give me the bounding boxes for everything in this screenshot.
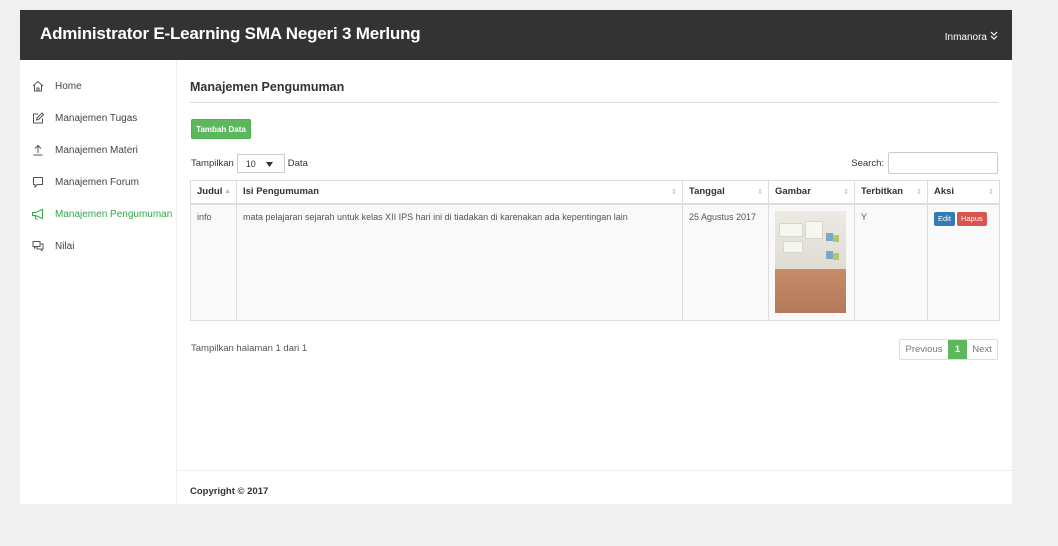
column-header-judul[interactable]: Judul ▲ xyxy=(190,180,237,205)
sidebar-item-manajemen-pengumuman[interactable]: Manajemen Pengumuman xyxy=(20,198,176,230)
page-length-select[interactable]: 10 xyxy=(236,154,285,173)
footer-divider xyxy=(177,470,1013,471)
sidebar: Home Manajemen Tugas Manajemen Materi Ma… xyxy=(20,60,176,504)
user-name: Inmanora xyxy=(944,31,987,43)
delete-button[interactable]: Hapus xyxy=(956,211,987,226)
sidebar-item-nilai[interactable]: Nilai xyxy=(20,230,176,262)
sidebar-item-label: Nilai xyxy=(55,240,75,252)
sidebar-item-manajemen-forum[interactable]: Manajemen Forum xyxy=(20,166,176,198)
comments-icon xyxy=(30,239,46,253)
search-control: Search: xyxy=(851,152,998,174)
cell-isi: mata pelajaran sejarah untuk kelas XII I… xyxy=(236,203,683,321)
top-navbar: Administrator E-Learning SMA Negeri 3 Me… xyxy=(20,10,1012,60)
edit-icon xyxy=(30,111,46,125)
home-icon xyxy=(30,79,46,93)
app-window: Administrator E-Learning SMA Negeri 3 Me… xyxy=(20,10,1013,504)
announcements-table: Judul ▲ Isi Pengumuman ⇕ Tanggal ⇕ Gambar ⇕ … xyxy=(190,180,1000,321)
edit-button[interactable]: Edit xyxy=(934,211,955,226)
sort-icon: ⇕ xyxy=(843,189,849,196)
cell-gambar xyxy=(768,203,855,321)
cell-tanggal: 25 Agustus 2017 xyxy=(682,203,769,321)
cell-terbitkan: Y xyxy=(854,203,928,321)
caret-down-icon xyxy=(265,159,273,169)
page-length-value: 10 xyxy=(245,158,256,169)
search-label: Search: xyxy=(851,157,884,169)
sidebar-item-manajemen-materi[interactable]: Manajemen Materi xyxy=(20,134,176,166)
sidebar-item-home[interactable]: Home xyxy=(20,70,176,102)
sort-icon: ⇕ xyxy=(757,189,763,196)
length-label-pre: Tampilkan xyxy=(191,158,234,169)
sort-icon: ⇕ xyxy=(988,189,994,196)
app-title[interactable]: Administrator E-Learning SMA Negeri 3 Me… xyxy=(40,24,421,44)
length-label-post: Data xyxy=(287,158,308,169)
page-1-button[interactable]: 1 xyxy=(948,340,967,359)
sidebar-item-label: Manajemen Pengumuman xyxy=(55,208,173,220)
announcement-image xyxy=(775,210,846,313)
sidebar-item-label: Manajemen Materi xyxy=(55,144,138,156)
sidebar-item-label: Manajemen Forum xyxy=(55,176,139,188)
megaphone-icon xyxy=(30,207,46,221)
cell-judul: info xyxy=(190,203,237,321)
next-page-button[interactable]: Next xyxy=(967,340,997,359)
table-header-row: Judul ▲ Isi Pengumuman ⇕ Tanggal ⇕ Gambar ⇕ … xyxy=(190,180,1000,205)
title-divider xyxy=(190,102,998,103)
search-input[interactable] xyxy=(888,152,998,174)
previous-page-button[interactable]: Previous xyxy=(900,340,948,359)
sort-icon: ⇕ xyxy=(671,189,677,196)
sidebar-item-label: Home xyxy=(55,80,82,92)
add-data-button[interactable]: Tambah Data xyxy=(191,119,251,139)
cell-aksi: Edit Hapus xyxy=(927,203,1000,321)
footer-copyright: Copyright © 2017 xyxy=(190,486,269,497)
table-row: info mata pelajaran sejarah untuk kelas … xyxy=(190,203,1000,321)
page-title: Manajemen Pengumuman xyxy=(190,80,345,94)
page-length-control: Tampilkan 10 Data xyxy=(191,154,308,173)
sort-icon: ⇕ xyxy=(916,189,922,196)
sidebar-item-manajemen-tugas[interactable]: Manajemen Tugas xyxy=(20,102,176,134)
user-menu[interactable]: Inmanora xyxy=(945,31,998,43)
column-header-isi[interactable]: Isi Pengumuman ⇕ xyxy=(236,180,683,205)
double-chevron-down-icon xyxy=(990,31,998,43)
comment-icon xyxy=(30,175,46,189)
column-header-aksi[interactable]: Aksi ⇕ xyxy=(927,180,1000,205)
sort-asc-icon: ▲ xyxy=(224,188,231,195)
column-header-terbitkan[interactable]: Terbitkan ⇕ xyxy=(854,180,928,205)
pagination: Previous 1 Next xyxy=(899,339,998,360)
column-header-gambar[interactable]: Gambar ⇕ xyxy=(768,180,855,205)
sidebar-item-label: Manajemen Tugas xyxy=(55,112,138,124)
column-header-tanggal[interactable]: Tanggal ⇕ xyxy=(682,180,769,205)
table-info: Tampilkan halaman 1 dari 1 xyxy=(191,343,308,354)
upload-icon xyxy=(30,143,46,157)
main-content: Manajemen Pengumuman Tambah Data Tampilk… xyxy=(176,60,1013,504)
